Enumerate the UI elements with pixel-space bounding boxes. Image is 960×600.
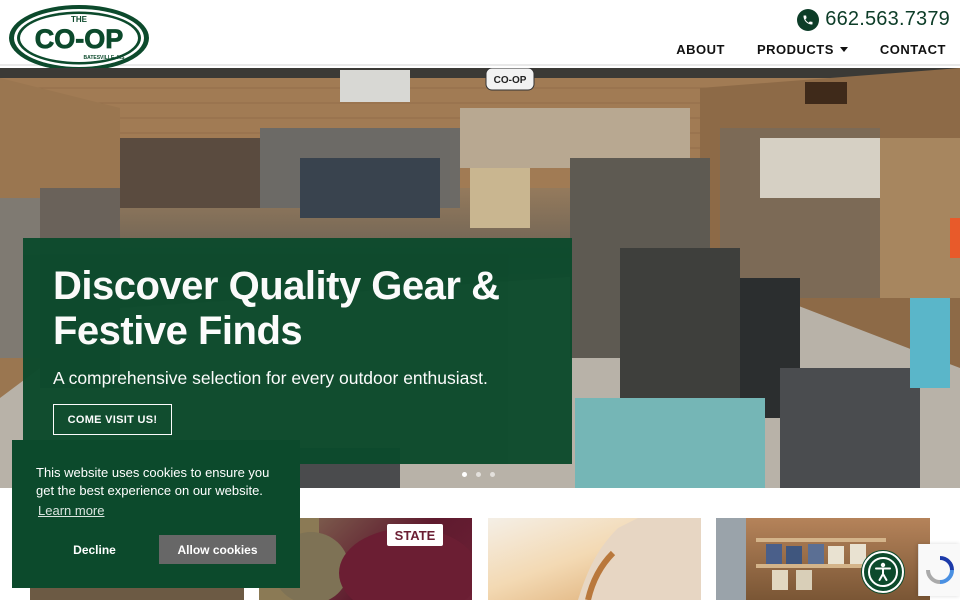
slider-dots [462, 472, 495, 477]
nav-contact[interactable]: CONTACT [880, 42, 946, 57]
learn-more-link[interactable]: Learn more [38, 503, 104, 518]
store-sign: CO-OP [494, 75, 527, 86]
nav-products[interactable]: PRODUCTS [757, 42, 848, 57]
hero-slider: CO-OP Discover Quality Gear & Festive Fi… [0, 68, 960, 488]
svg-text:CO-OP: CO-OP [35, 24, 124, 54]
chevron-down-icon [839, 47, 848, 52]
decline-button[interactable]: Decline [36, 535, 153, 564]
cap-label: STATE [395, 528, 436, 543]
main-nav: ABOUT PRODUCTS CONTACT [676, 42, 946, 57]
slider-dot[interactable] [476, 472, 481, 477]
slider-dot[interactable] [462, 472, 467, 477]
svg-text:THE: THE [71, 15, 88, 24]
slider-dot[interactable] [490, 472, 495, 477]
nav-about[interactable]: ABOUT [676, 42, 725, 57]
nav-products-label: PRODUCTS [756, 42, 834, 57]
phone-icon [797, 8, 820, 31]
page: THE CO-OP BATESVILLE, MS 662.563.7379 AB… [0, 0, 960, 600]
recaptcha-badge[interactable] [918, 544, 960, 596]
come-visit-us-button[interactable]: COME VISIT US! [53, 404, 172, 435]
co-op-logo[interactable]: THE CO-OP BATESVILLE, MS [8, 4, 150, 72]
horse-photo [578, 518, 701, 600]
accessibility-icon [868, 557, 898, 587]
hero-card: Discover Quality Gear & Festive Finds A … [23, 238, 572, 464]
phone-link[interactable]: 662.563.7379 [797, 8, 950, 31]
cookie-message: This website uses cookies to ensure you … [36, 465, 270, 498]
hero-subtitle: A comprehensive selection for every outd… [53, 368, 488, 388]
nav-contact-label: CONTACT [879, 42, 946, 57]
svg-text:BATESVILLE, MS: BATESVILLE, MS [83, 55, 125, 61]
allow-cookies-button[interactable]: Allow cookies [159, 535, 276, 564]
recaptcha-icon [925, 556, 954, 584]
site-header: THE CO-OP BATESVILLE, MS 662.563.7379 AB… [0, 0, 960, 71]
accessibility-button[interactable] [862, 551, 904, 593]
hero-title: Discover Quality Gear & Festive Finds [53, 264, 500, 353]
category-card-horse[interactable] [488, 518, 701, 600]
phone-number: 662.563.7379 [825, 8, 950, 30]
nav-about-label: ABOUT [676, 42, 725, 57]
cookie-banner: This website uses cookies to ensure you … [12, 440, 300, 588]
